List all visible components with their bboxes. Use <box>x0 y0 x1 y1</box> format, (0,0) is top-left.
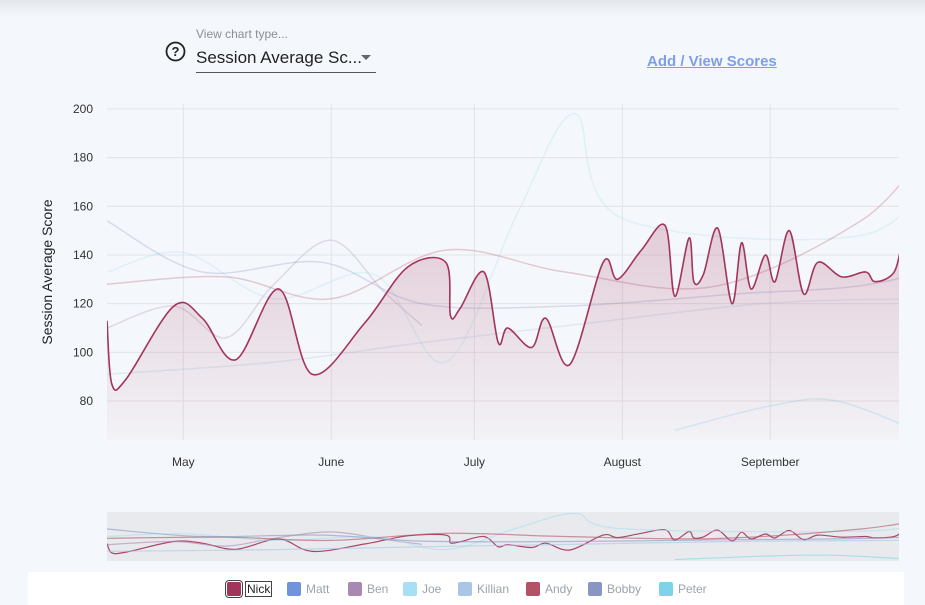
legend-swatch <box>225 580 243 598</box>
y-tick-label: 140 <box>73 248 93 262</box>
y-axis-label: Session Average Score <box>39 199 55 344</box>
legend-label: Bobby <box>607 582 642 596</box>
legend-label: Killian <box>477 582 510 596</box>
legend-swatch <box>526 582 540 596</box>
legend-swatch <box>287 582 301 596</box>
legend-label: Ben <box>367 582 389 596</box>
legend-label: Andy <box>545 582 573 596</box>
y-tick-label: 80 <box>80 394 94 408</box>
legend-item-nick[interactable]: Nick <box>225 580 273 598</box>
legend-label: Peter <box>678 582 707 596</box>
series-area-nick <box>107 224 899 440</box>
legend-item-andy[interactable]: Andy <box>526 580 572 598</box>
legend-label: Nick <box>244 581 273 597</box>
y-tick-label: 200 <box>73 102 93 116</box>
legend-label: Matt <box>306 582 330 596</box>
x-tick-label: September <box>741 455 800 469</box>
legend-swatch <box>458 582 472 596</box>
legend-swatch <box>588 582 602 596</box>
legend-item-joe[interactable]: Joe <box>403 580 441 598</box>
y-tick-label: 100 <box>73 345 93 359</box>
legend-swatch <box>403 582 417 596</box>
plot-area <box>107 112 899 440</box>
navigator[interactable] <box>107 512 925 561</box>
legend-swatch <box>348 582 362 596</box>
legend-item-peter[interactable]: Peter <box>659 580 707 598</box>
legend-item-bobby[interactable]: Bobby <box>588 580 641 598</box>
session-average-chart[interactable]: 80 100 120 140 160 180 200 May June July August Sep… <box>0 0 925 572</box>
y-tick-label: 120 <box>73 297 93 311</box>
x-tick-label: May <box>172 455 195 469</box>
x-tick-label: August <box>604 455 642 469</box>
chart-legend: Nick Matt Ben Joe Killian Andy Bobby Peter <box>28 572 904 605</box>
y-tick-label: 160 <box>73 199 93 213</box>
legend-item-ben[interactable]: Ben <box>348 580 388 598</box>
y-tick-label: 180 <box>73 151 93 165</box>
x-tick-label: June <box>318 455 344 469</box>
legend-item-matt[interactable]: Matt <box>287 580 329 598</box>
legend-item-killian[interactable]: Killian <box>458 580 509 598</box>
legend-label: Joe <box>422 582 442 596</box>
x-tick-label: July <box>464 455 485 469</box>
legend-swatch <box>659 582 673 596</box>
